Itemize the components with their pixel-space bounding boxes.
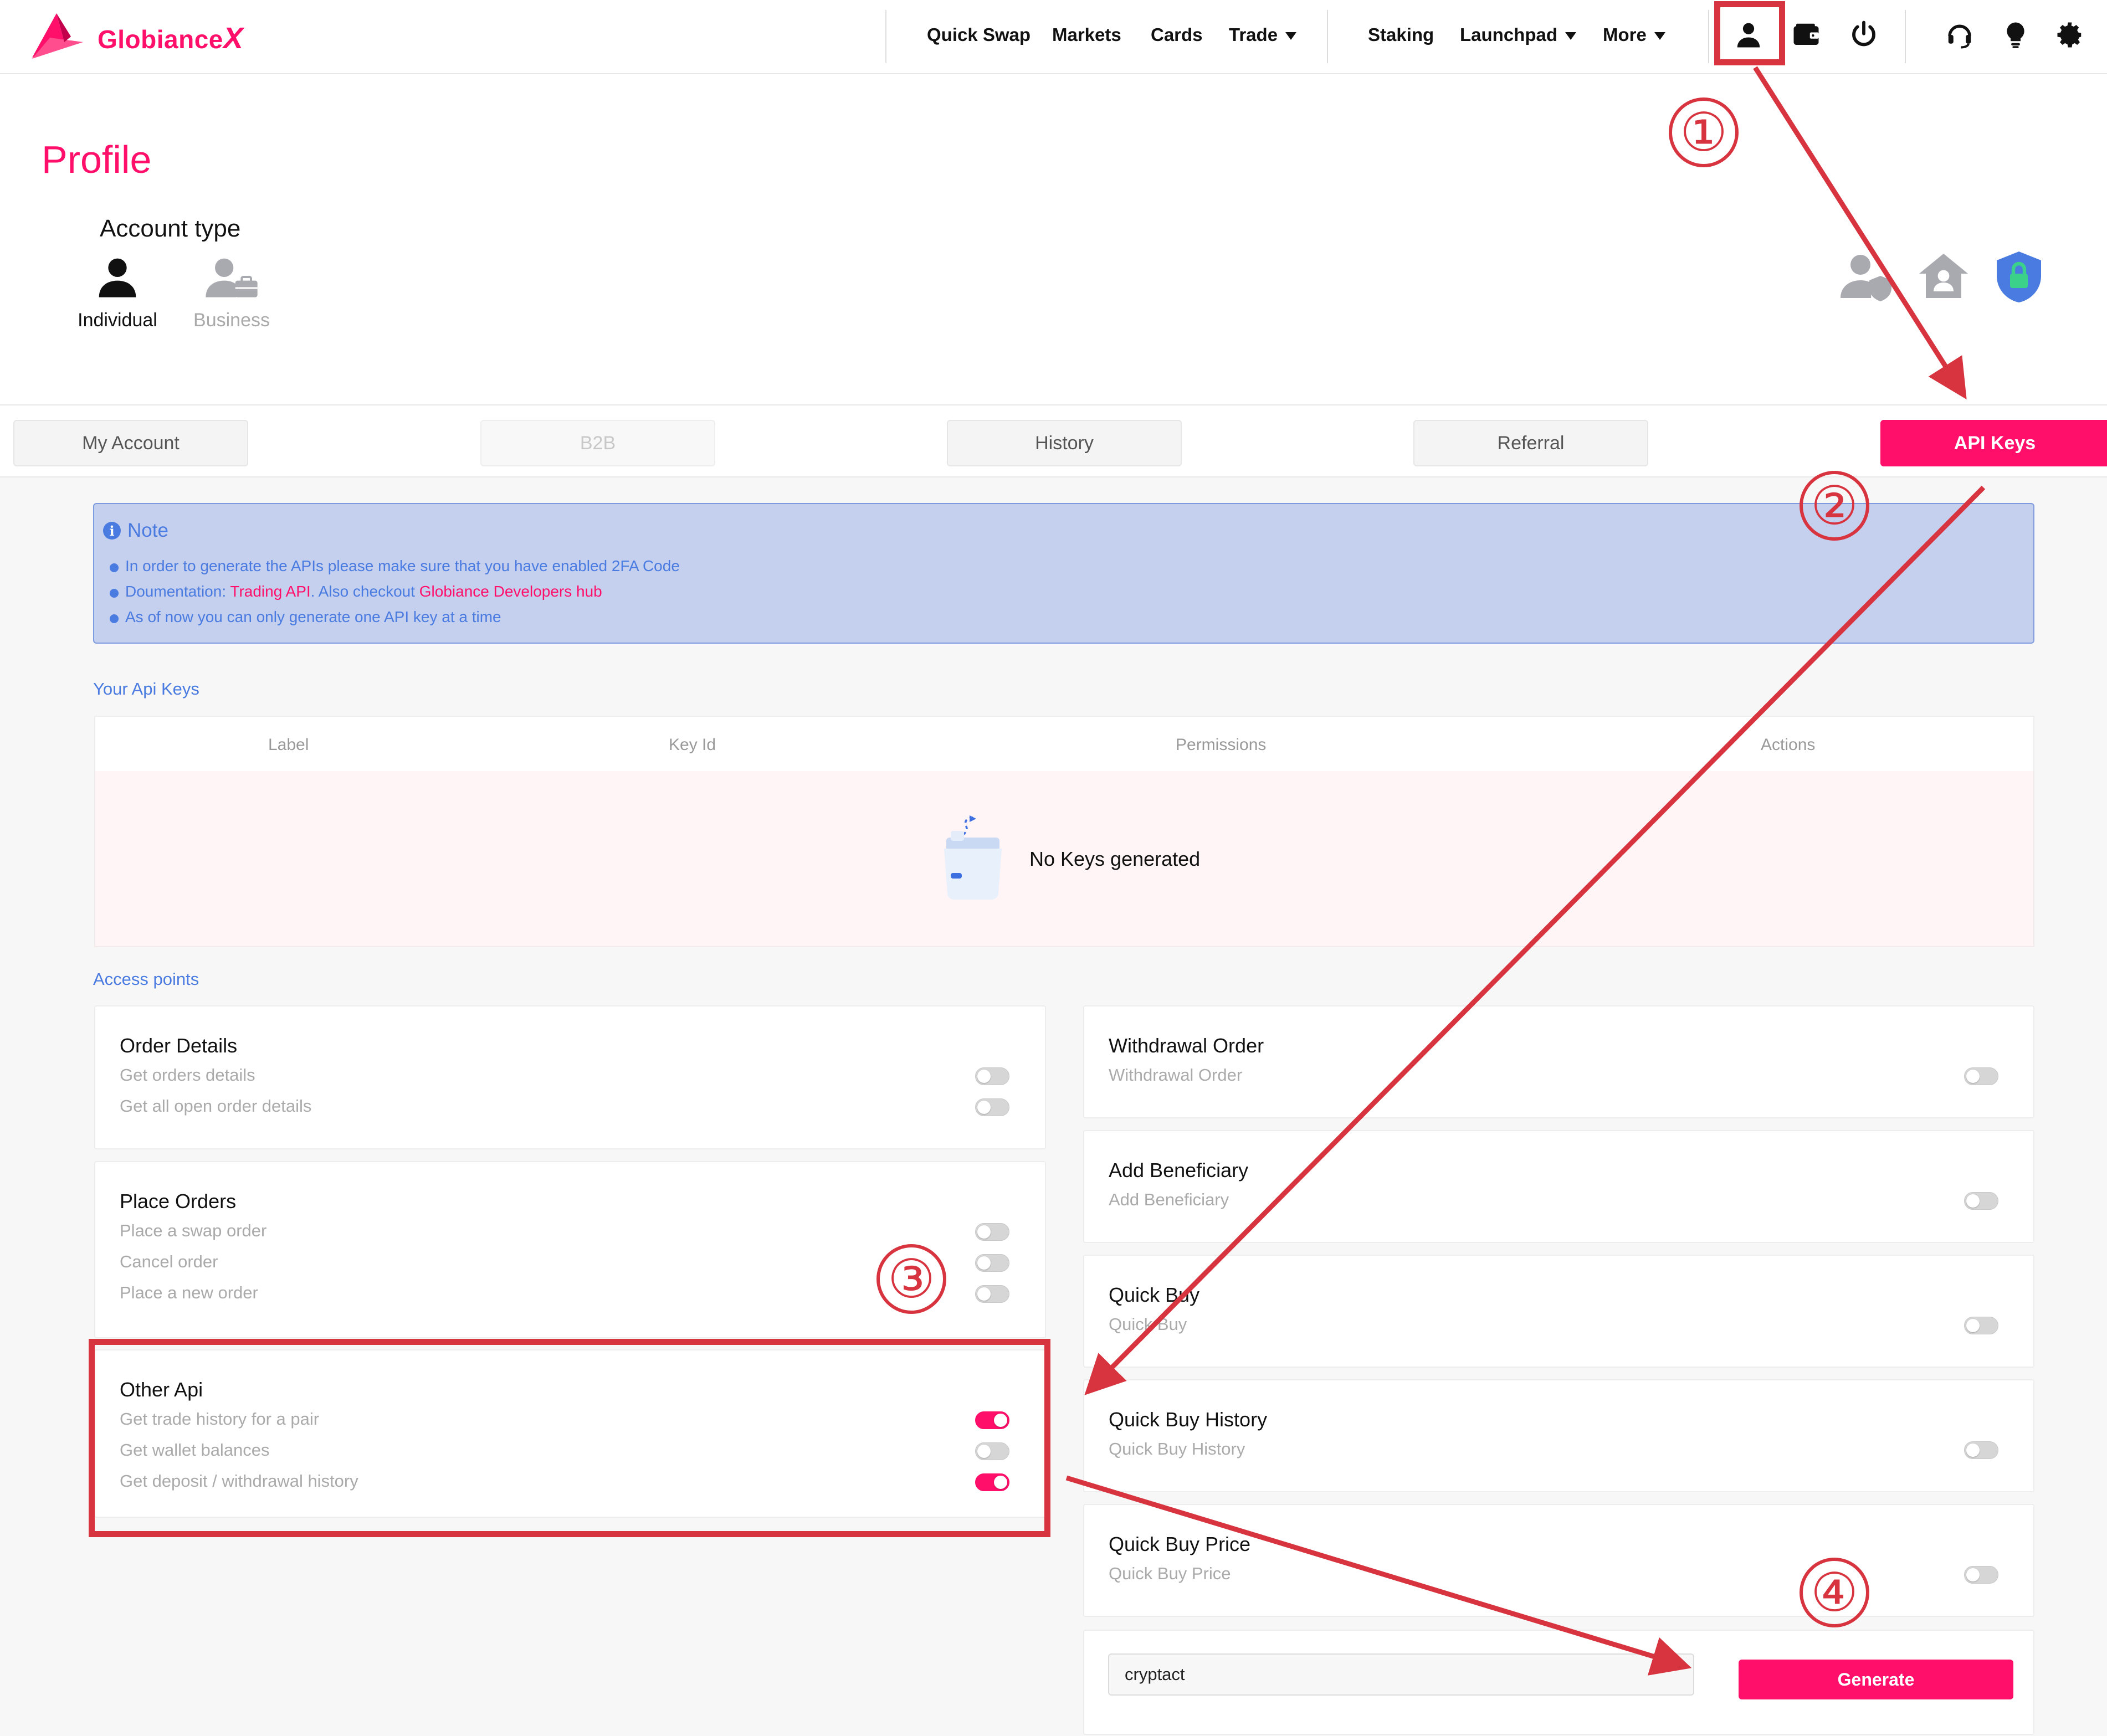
access-card-quick-buy: Quick Buy Quick Buy bbox=[1083, 1255, 2034, 1368]
access-item-label: Place a new order bbox=[120, 1283, 258, 1302]
nav-divider bbox=[1327, 10, 1328, 63]
caret-down-icon bbox=[1285, 32, 1297, 40]
trading-api-link[interactable]: Trading API bbox=[230, 583, 310, 600]
home-icon bbox=[1917, 249, 1970, 305]
access-toggle[interactable] bbox=[1964, 1566, 1998, 1584]
column-header-actions: Actions bbox=[1761, 736, 1816, 754]
api-key-label-input[interactable] bbox=[1108, 1653, 1694, 1696]
account-type-business-label: Business bbox=[193, 310, 270, 331]
api-keys-table-header: Label Key Id Permissions Actions bbox=[94, 716, 2034, 773]
annotation-step-2: ② bbox=[1800, 471, 1869, 541]
gear-icon[interactable] bbox=[2050, 16, 2089, 54]
nav-link-markets[interactable]: Markets bbox=[1052, 24, 1121, 45]
access-points-section-label: Access points bbox=[93, 969, 199, 989]
access-toggle[interactable] bbox=[1964, 1192, 1998, 1210]
access-toggle[interactable] bbox=[975, 1223, 1009, 1241]
profile-header bbox=[0, 74, 2107, 404]
brand-logo[interactable]: GlobianceX bbox=[28, 9, 243, 64]
account-type-individual-label: Individual bbox=[78, 310, 157, 331]
annotation-step-4: ④ bbox=[1800, 1558, 1869, 1627]
power-icon[interactable] bbox=[1844, 16, 1883, 54]
nav-link-cards[interactable]: Cards bbox=[1151, 24, 1203, 45]
nav-divider bbox=[1905, 10, 1906, 63]
access-item-label: Get all open order details bbox=[120, 1096, 312, 1116]
access-toggle[interactable] bbox=[975, 1098, 1009, 1116]
access-toggle[interactable] bbox=[975, 1067, 1009, 1085]
user-verify-icon bbox=[1841, 249, 1894, 305]
caret-down-icon bbox=[1565, 32, 1577, 40]
tab-b2b[interactable]: B2B bbox=[480, 420, 715, 466]
note-line: In order to generate the APIs please mak… bbox=[110, 557, 680, 574]
access-card-add-beneficiary: Add Beneficiary Add Beneficiary bbox=[1083, 1130, 2034, 1243]
top-nav: GlobianceX Quick Swap Markets Cards Trad… bbox=[0, 0, 2107, 74]
access-toggle[interactable] bbox=[975, 1254, 1009, 1272]
access-toggle[interactable] bbox=[1964, 1317, 1998, 1334]
profile-tabs: My Account B2B History Referral API Keys bbox=[0, 404, 2107, 477]
access-toggle[interactable] bbox=[1964, 1067, 1998, 1085]
note-title: i Note bbox=[103, 520, 168, 542]
tab-my-account[interactable]: My Account bbox=[13, 420, 248, 466]
access-item-label: Quick Buy History bbox=[1109, 1439, 1245, 1458]
access-card-title: Withdrawal Order bbox=[1109, 1034, 1264, 1057]
page-title: Profile bbox=[42, 138, 152, 181]
nav-link-launchpad[interactable]: Launchpad bbox=[1460, 24, 1577, 45]
tab-api-keys[interactable]: API Keys bbox=[1880, 420, 2107, 466]
access-card-withdrawal-order: Withdrawal Order Withdrawal Order bbox=[1083, 1005, 2034, 1118]
column-header-label: Label bbox=[268, 736, 309, 754]
annotation-highlight-other-api bbox=[89, 1339, 1050, 1537]
tab-referral[interactable]: Referral bbox=[1413, 420, 1648, 466]
individual-user-icon bbox=[99, 258, 136, 297]
access-toggle[interactable] bbox=[975, 1285, 1009, 1303]
access-card-title: Quick Buy History bbox=[1109, 1408, 1268, 1431]
note-box: i Note In order to generate the APIs plea… bbox=[93, 503, 2034, 644]
note-line: As of now you can only generate one API … bbox=[110, 608, 501, 625]
access-item-label: Place a swap order bbox=[120, 1221, 267, 1240]
access-card-title: Order Details bbox=[120, 1034, 238, 1057]
access-card-quick-buy-history: Quick Buy History Quick Buy History bbox=[1083, 1379, 2034, 1492]
access-item-label: Cancel order bbox=[120, 1252, 218, 1271]
shield-lock-icon bbox=[1992, 249, 2046, 307]
caret-down-icon bbox=[1654, 32, 1665, 40]
empty-box-icon bbox=[944, 815, 1002, 900]
access-toggle[interactable] bbox=[1964, 1441, 1998, 1459]
access-card-title: Add Beneficiary bbox=[1109, 1159, 1249, 1182]
nav-link-more[interactable]: More bbox=[1603, 24, 1665, 45]
note-line: Doumentation: Trading API. Also checkout… bbox=[110, 583, 602, 600]
column-header-permissions: Permissions bbox=[1176, 736, 1267, 754]
nav-link-quick-swap[interactable]: Quick Swap bbox=[927, 24, 1031, 45]
info-icon: i bbox=[103, 522, 121, 540]
account-type-business[interactable]: Business bbox=[176, 255, 287, 331]
access-item-label: Quick Buy bbox=[1109, 1314, 1187, 1334]
access-card-title: Quick Buy bbox=[1109, 1283, 1200, 1306]
business-user-icon bbox=[206, 258, 258, 297]
access-card-quick-buy-price: Quick Buy Price Quick Buy Price bbox=[1083, 1504, 2034, 1617]
column-header-key-id: Key Id bbox=[669, 736, 716, 754]
account-type-individual[interactable]: Individual bbox=[62, 255, 173, 331]
annotation-highlight-user-icon bbox=[1714, 1, 1785, 65]
lightbulb-icon[interactable] bbox=[1996, 16, 2035, 54]
nav-link-trade[interactable]: Trade bbox=[1229, 24, 1297, 45]
access-item-label: Withdrawal Order bbox=[1109, 1065, 1243, 1085]
api-keys-section-label: Your Api Keys bbox=[93, 679, 199, 698]
tab-history[interactable]: History bbox=[947, 420, 1182, 466]
annotation-step-3: ③ bbox=[876, 1244, 946, 1314]
wallet-icon[interactable] bbox=[1787, 16, 1826, 54]
brand-logo-mark-icon bbox=[32, 13, 83, 59]
generate-button[interactable]: Generate bbox=[1739, 1660, 2013, 1699]
nav-link-staking[interactable]: Staking bbox=[1368, 24, 1434, 45]
annotation-step-1: ① bbox=[1669, 97, 1739, 167]
developers-hub-link[interactable]: Globiance Developers hub bbox=[419, 583, 602, 600]
access-item-label: Quick Buy Price bbox=[1109, 1564, 1231, 1583]
access-item-label: Add Beneficiary bbox=[1109, 1190, 1229, 1209]
brand-name: GlobianceX bbox=[98, 22, 244, 55]
access-card-title: Place Orders bbox=[120, 1190, 237, 1213]
headset-icon[interactable] bbox=[1940, 16, 1979, 54]
access-card-title: Quick Buy Price bbox=[1109, 1533, 1251, 1555]
nav-divider bbox=[885, 10, 886, 63]
empty-state-text: No Keys generated bbox=[1029, 848, 1201, 870]
access-card-order-details: Order Details Get orders details Get all… bbox=[94, 1005, 1046, 1149]
account-type-label: Account type bbox=[100, 215, 241, 242]
access-item-label: Get orders details bbox=[120, 1065, 255, 1085]
nav-divider bbox=[1708, 10, 1709, 63]
